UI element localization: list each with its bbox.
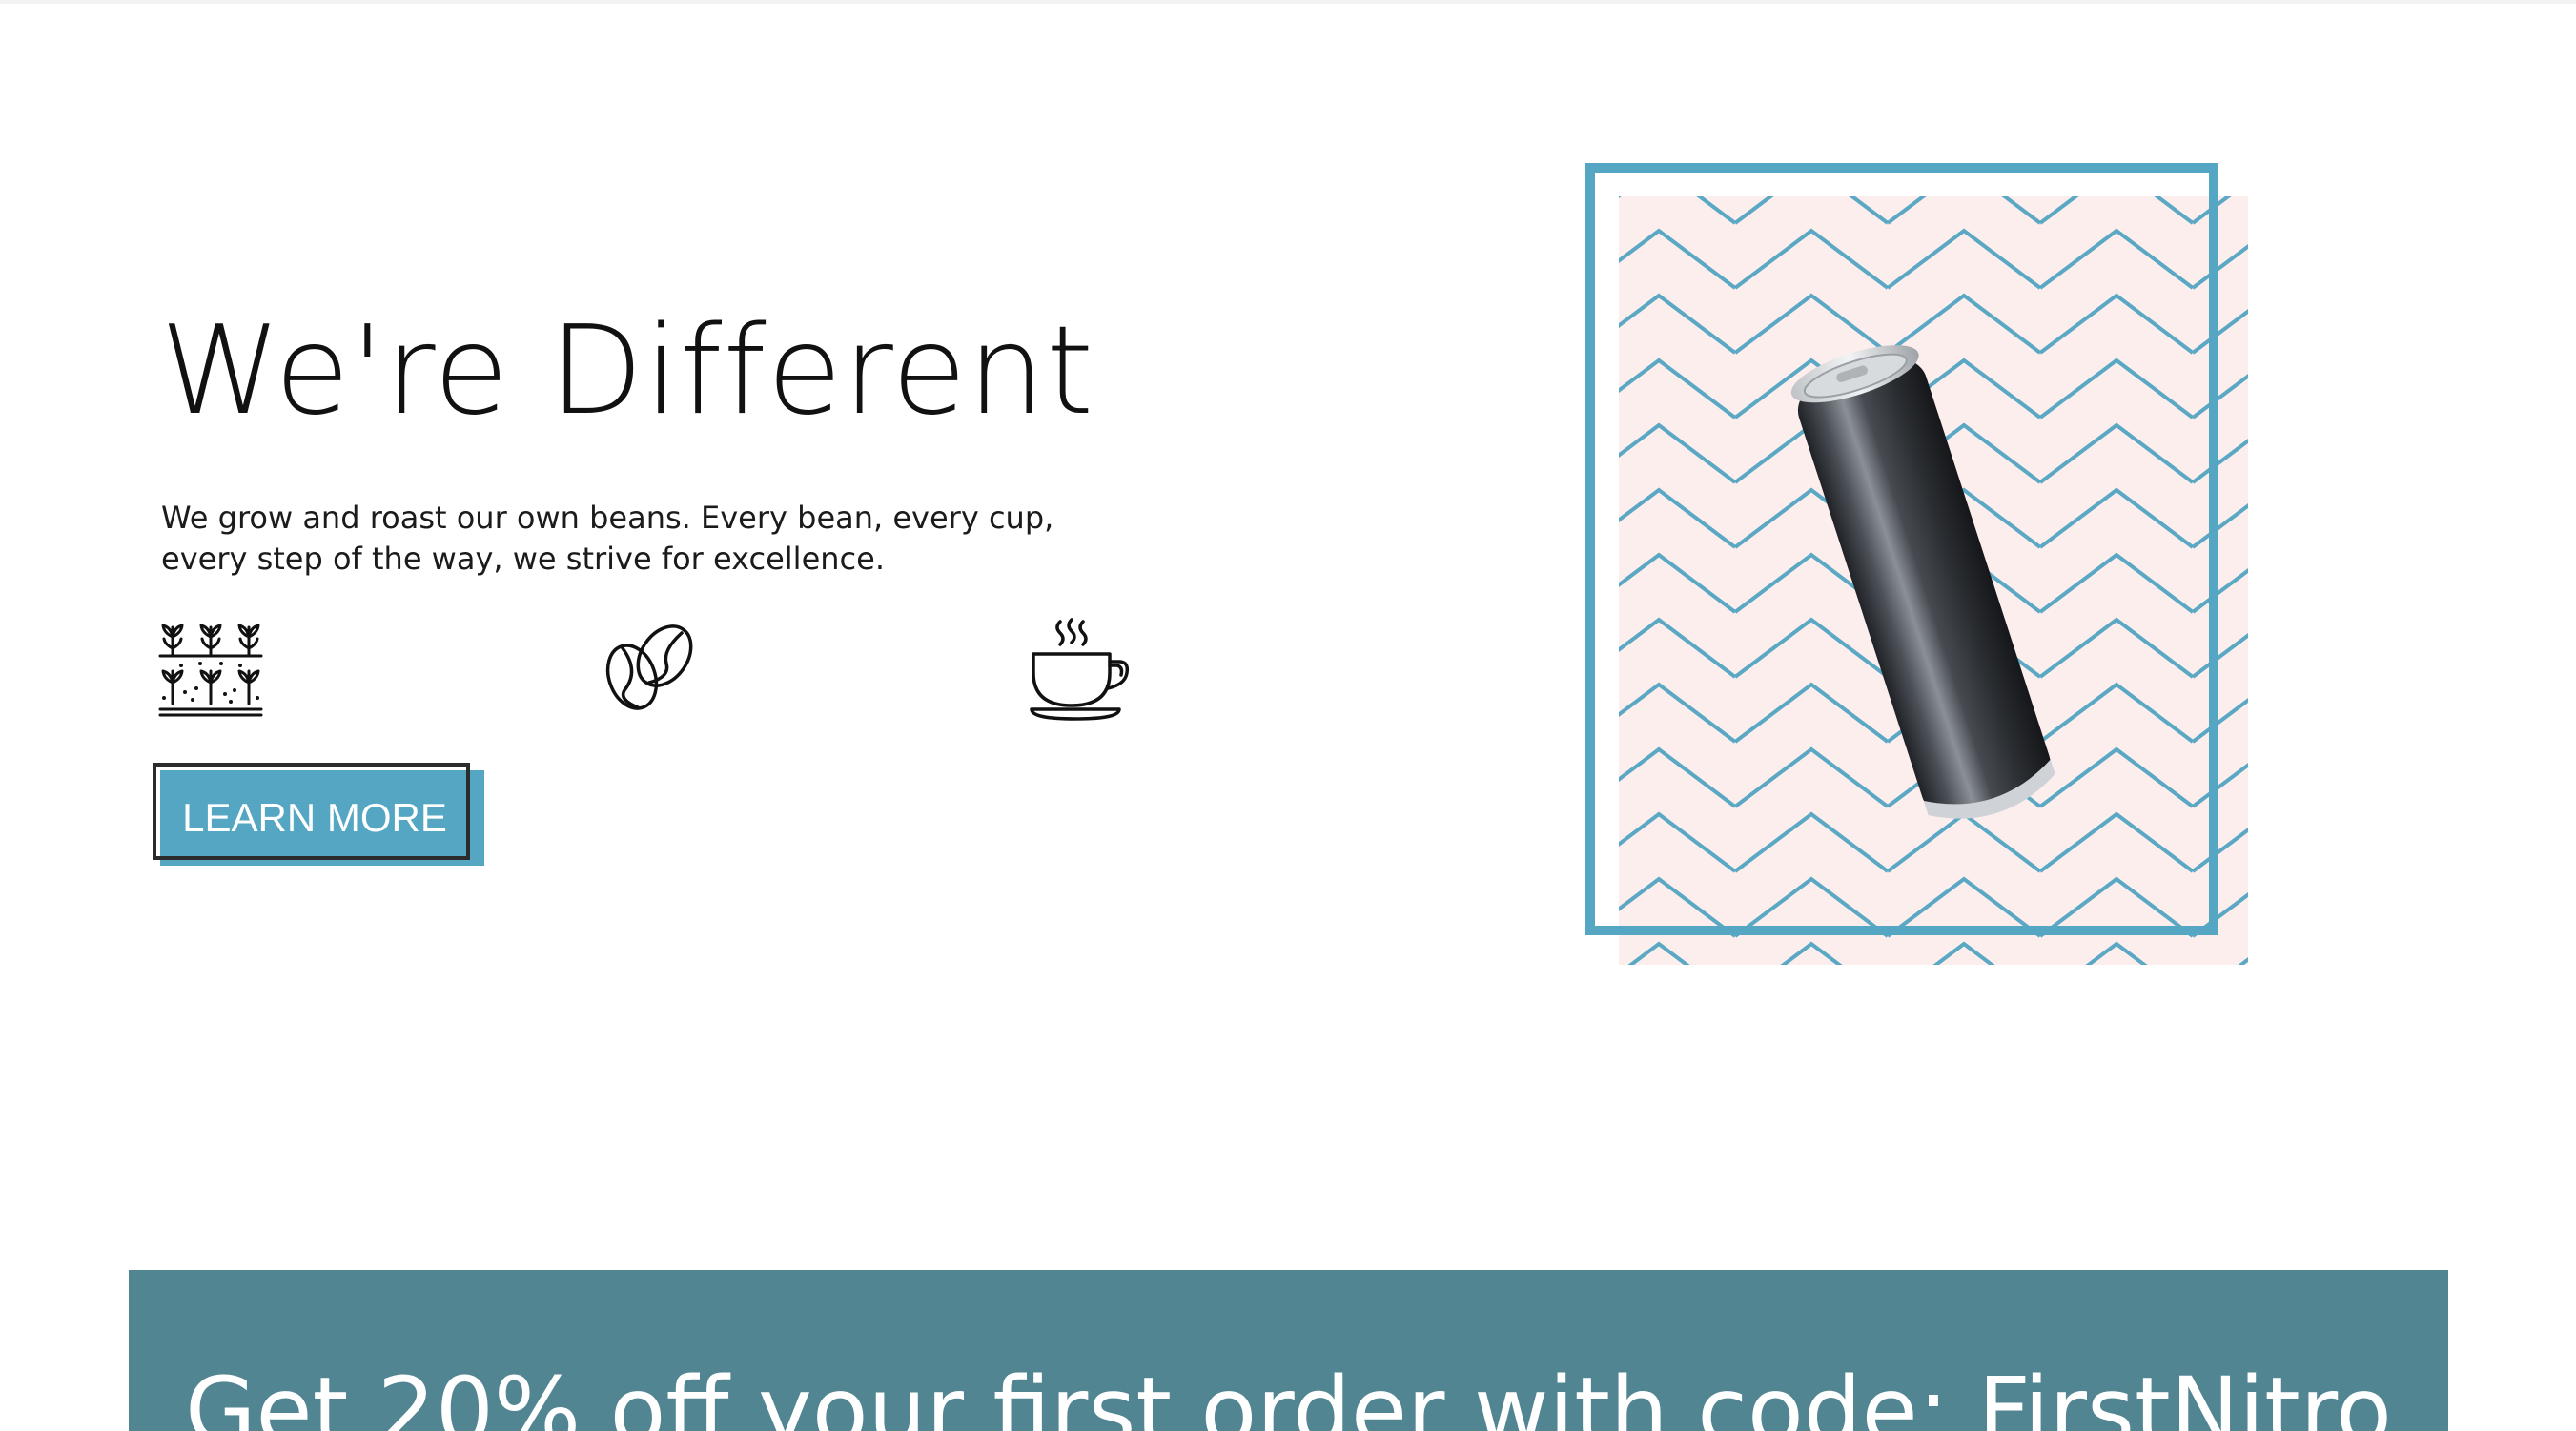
learn-more-cta: LEARN MORE (153, 763, 486, 875)
coffee-bean-icon (596, 616, 701, 721)
hero-title: We're Different (160, 300, 1095, 442)
coffee-cup-icon (1028, 616, 1133, 721)
top-divider (0, 0, 2576, 4)
farm-field-icon (158, 616, 263, 721)
product-image-nitro-can (1583, 162, 2250, 972)
hero-description: We grow and roast our own beans. Every b… (161, 500, 1054, 577)
promo-text: Get 20% off your first order with code: … (185, 1358, 2392, 1431)
cta-frame (153, 763, 470, 860)
promo-banner: Get 20% off your first order with code: … (129, 1270, 2448, 1431)
